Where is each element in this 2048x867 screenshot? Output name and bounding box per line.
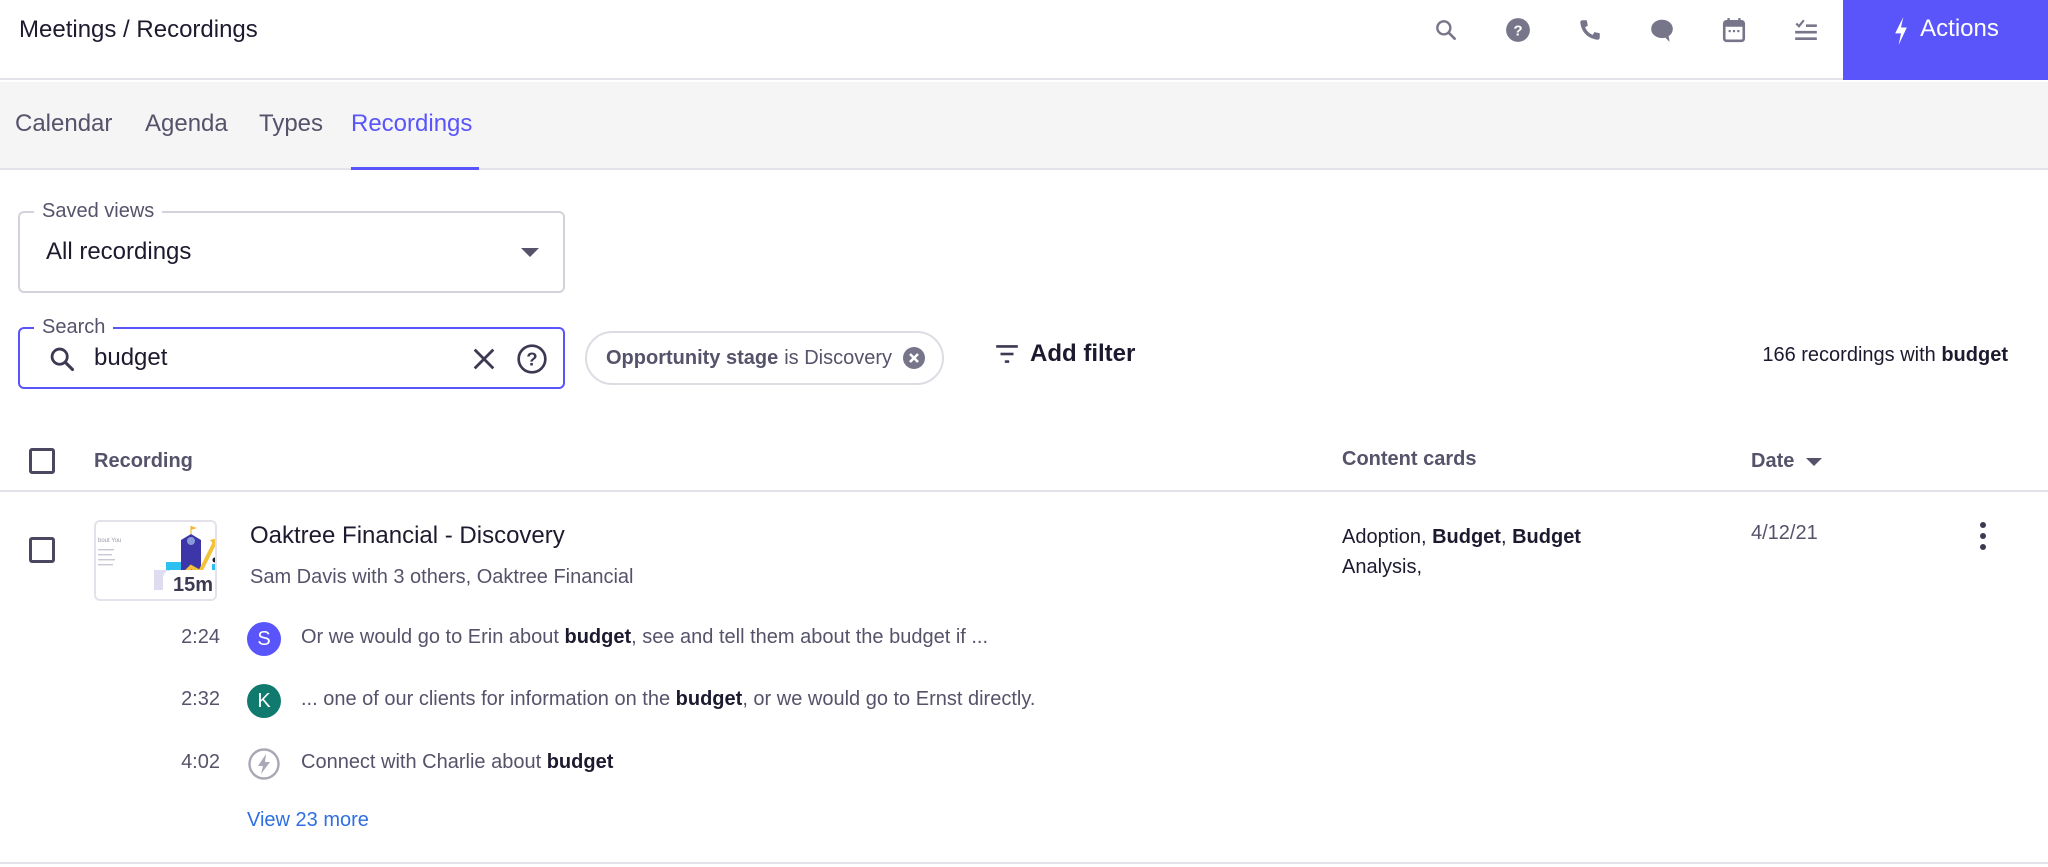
remove-filter-icon[interactable] [902, 346, 926, 370]
action-item-bolt-icon [248, 748, 280, 780]
date-header-label: Date [1751, 450, 1795, 472]
svg-text:?: ? [526, 349, 537, 370]
transcript-snippet[interactable]: 2:32 K ... one of our clients for inform… [0, 680, 1200, 720]
caret-down-icon [521, 248, 539, 257]
column-header-recording: Recording [94, 450, 193, 472]
filter-chip-opportunity-stage[interactable]: Opportunity stage is Discovery [585, 331, 945, 385]
content-cards-list: Adoption, Budget, Budget Analysis, [1342, 522, 1632, 582]
saved-views-label: Saved views [34, 200, 163, 223]
filter-icon [996, 345, 1018, 363]
recording-date: 4/12/21 [1751, 522, 1818, 544]
lightning-icon [1895, 17, 1907, 45]
row-checkbox[interactable] [29, 537, 55, 563]
clear-search-icon[interactable] [470, 345, 498, 373]
snippet-text: Or we would go to Erin about budget, see… [301, 626, 988, 649]
tab-recordings[interactable]: Recordings [351, 110, 472, 138]
snippet-text-before: ... one of our clients for information o… [301, 688, 676, 710]
snippet-text-after: , or we would go to Ernst directly. [742, 688, 1036, 710]
tab-agenda[interactable]: Agenda [145, 110, 228, 138]
column-header-date[interactable]: Date [1751, 450, 1823, 473]
snippet-text-before: Connect with Charlie about [301, 751, 547, 773]
actions-label: Actions [1920, 15, 1999, 42]
search-help-icon[interactable]: ? [516, 343, 548, 375]
table-header: Recording Content cards Date [0, 430, 2048, 492]
row-divider [0, 862, 2048, 864]
saved-views-value: All recordings [46, 238, 192, 265]
snippet-text: Connect with Charlie about budget [301, 751, 613, 774]
transcript-snippet[interactable]: 2:24 S Or we would go to Erin about budg… [0, 618, 1200, 658]
top-bar: Meetings / Recordings ? Actions [0, 0, 2048, 80]
content-card-plain: Adoption, [1342, 526, 1433, 548]
tab-calendar[interactable]: Calendar [15, 110, 112, 138]
svg-text:?: ? [1513, 22, 1522, 39]
snippet-timestamp: 2:24 [181, 626, 220, 648]
sort-desc-icon [1806, 457, 1823, 466]
recording-participants: Sam Davis with 3 others, Oaktree Financi… [250, 566, 634, 588]
snippet-match: budget [546, 751, 614, 773]
search-field: Search ? [18, 316, 565, 389]
search-icon[interactable] [1410, 13, 1482, 47]
snippet-match: budget [675, 688, 743, 710]
top-icon-toolbar: ? [1410, 13, 1842, 47]
snippet-match: budget [564, 626, 632, 648]
snippet-timestamp: 2:32 [181, 688, 220, 710]
add-filter-button[interactable]: Add filter [994, 340, 1135, 368]
chat-icon[interactable] [1626, 13, 1698, 47]
recording-duration: 15m [162, 570, 215, 599]
tasks-icon[interactable] [1770, 13, 1842, 47]
active-tab-indicator [351, 167, 479, 170]
recording-title[interactable]: Oaktree Financial - Discovery [250, 522, 565, 550]
content-card-match: Budget [1432, 526, 1501, 548]
snippet-timestamp: 4:02 [181, 751, 220, 773]
snippet-text-after: , see and tell them about the budget if … [631, 626, 989, 648]
search-icon [50, 347, 75, 372]
calendar-icon[interactable] [1698, 13, 1770, 47]
breadcrumb: Meetings / Recordings [19, 16, 258, 43]
content-card-separator: , [1500, 526, 1513, 548]
phone-icon[interactable] [1554, 13, 1626, 47]
tab-bar: Calendar Agenda Types Recordings [0, 82, 2048, 170]
search-label: Search [34, 316, 114, 339]
help-icon[interactable]: ? [1482, 13, 1554, 47]
content-card-plain: Analysis, [1342, 556, 1423, 578]
view-more-link[interactable]: View 23 more [247, 809, 369, 832]
actions-button[interactable]: Actions [1843, 0, 2048, 80]
select-all-checkbox[interactable] [29, 448, 55, 474]
snippet-text: ... one of our clients for information o… [301, 688, 1035, 711]
saved-views-select[interactable]: Saved views All recordings [18, 200, 565, 293]
result-count-prefix: 166 recordings with [1762, 344, 1936, 366]
filter-chip-field: Opportunity stage [606, 346, 779, 369]
filter-chip-value: is Discovery [784, 346, 893, 369]
speaker-avatar: K [247, 684, 281, 718]
column-header-content-cards: Content cards [1342, 448, 1477, 470]
recording-thumbnail[interactable]: bout You 15m [94, 520, 217, 601]
table-row: bout You 15m Oaktree Financial - Discove… [0, 494, 2048, 862]
snippet-text-before: Or we would go to Erin about [301, 626, 565, 648]
svg-text:bout You: bout You [98, 538, 121, 544]
search-input[interactable] [94, 341, 464, 375]
add-filter-label: Add filter [1030, 340, 1136, 367]
result-count: 166 recordings with budget [1762, 344, 2008, 367]
tab-types[interactable]: Types [259, 110, 323, 138]
more-options-icon[interactable] [1970, 518, 1996, 554]
content-card-match: Budget [1512, 526, 1581, 548]
action-item-snippet[interactable]: 4:02 Connect with Charlie about budget [0, 743, 1200, 783]
speaker-avatar: S [247, 622, 281, 656]
result-count-term: budget [1941, 344, 2008, 366]
